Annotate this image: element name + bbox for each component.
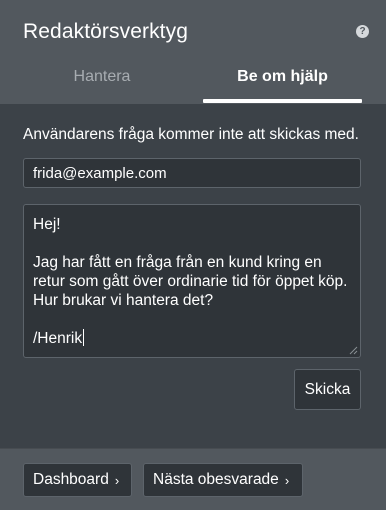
chevron-right-icon: › <box>114 472 120 488</box>
message-signature: /Henrik <box>33 330 83 347</box>
active-tab-indicator <box>203 99 362 103</box>
dashboard-button[interactable]: Dashboard › <box>23 463 132 497</box>
message-line: Hur brukar vi hantera det? <box>33 292 214 309</box>
email-field[interactable]: frida@example.com <box>23 158 361 188</box>
editor-tools-header: Redaktörsverktyg ? Hantera Be om hjälp <box>0 0 386 104</box>
tab-manage[interactable]: Hantera <box>40 68 164 86</box>
send-button[interactable]: Skicka <box>294 369 361 410</box>
message-line <box>33 234 351 253</box>
dashboard-button-label: Dashboard <box>33 471 109 488</box>
resize-grip-icon[interactable] <box>349 346 358 355</box>
page-title: Redaktörsverktyg <box>23 20 188 43</box>
message-line <box>33 310 351 329</box>
message-textarea[interactable]: Hej! Jag har fått en fråga från en kund … <box>23 204 361 358</box>
footer-bar: Dashboard › Nästa obesvarade › <box>0 448 386 510</box>
next-unanswered-button[interactable]: Nästa obesvarade › <box>143 463 303 497</box>
chevron-right-icon: › <box>284 472 290 488</box>
privacy-notice: Användarens fråga kommer inte att skicka… <box>23 126 359 143</box>
question-circle-icon[interactable]: ? <box>356 25 369 38</box>
message-line-last: /Henrik <box>33 329 351 348</box>
message-line: Jag har fått en fråga från en kund kring… <box>33 254 322 271</box>
message-line: Hej! <box>33 216 61 233</box>
message-line: retur som gått över ordinarie tid för öp… <box>33 273 348 290</box>
tab-ask-for-help[interactable]: Be om hjälp <box>203 68 362 86</box>
next-unanswered-label: Nästa obesvarade <box>153 471 279 488</box>
text-caret <box>83 329 85 346</box>
